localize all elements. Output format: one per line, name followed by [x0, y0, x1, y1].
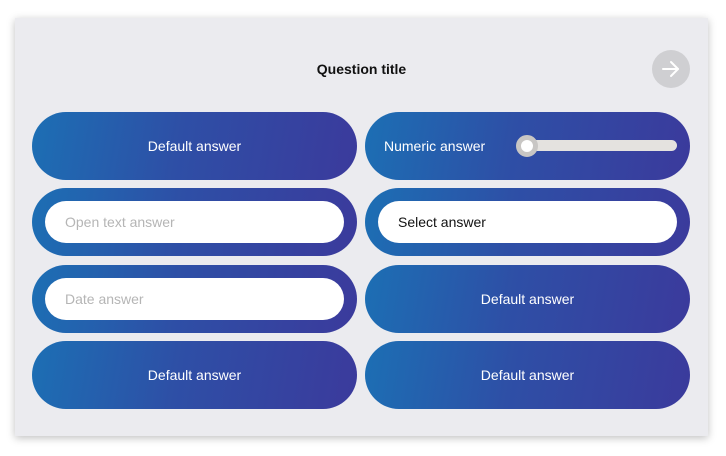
numeric-answer-label: Numeric answer — [384, 138, 486, 154]
numeric-slider-thumb[interactable] — [516, 135, 538, 157]
default-answer-label: Default answer — [147, 138, 242, 154]
default-answer-button[interactable]: Default answer — [365, 341, 690, 409]
numeric-answer: Numeric answer — [365, 112, 690, 180]
open-text-answer — [32, 188, 357, 256]
date-answer — [32, 265, 357, 333]
select-answer-dropdown[interactable]: Select answer — [378, 201, 677, 243]
default-answer-button[interactable]: Default answer — [32, 112, 357, 180]
select-answer-value: Select answer — [398, 214, 486, 230]
default-answer-label: Default answer — [480, 291, 575, 307]
default-answer-button[interactable]: Default answer — [365, 265, 690, 333]
default-answer-button[interactable]: Default answer — [32, 341, 357, 409]
date-input[interactable] — [45, 278, 344, 320]
arrow-right-icon — [662, 61, 679, 77]
open-text-input[interactable] — [45, 201, 344, 243]
numeric-slider-track[interactable] — [520, 140, 677, 151]
question-card: Question title Default answer Numeric an… — [15, 18, 708, 436]
question-title: Question title — [316, 61, 407, 77]
default-answer-label: Default answer — [480, 367, 575, 383]
next-button[interactable] — [652, 50, 690, 88]
select-answer: Select answer — [365, 188, 690, 256]
default-answer-label: Default answer — [147, 367, 242, 383]
